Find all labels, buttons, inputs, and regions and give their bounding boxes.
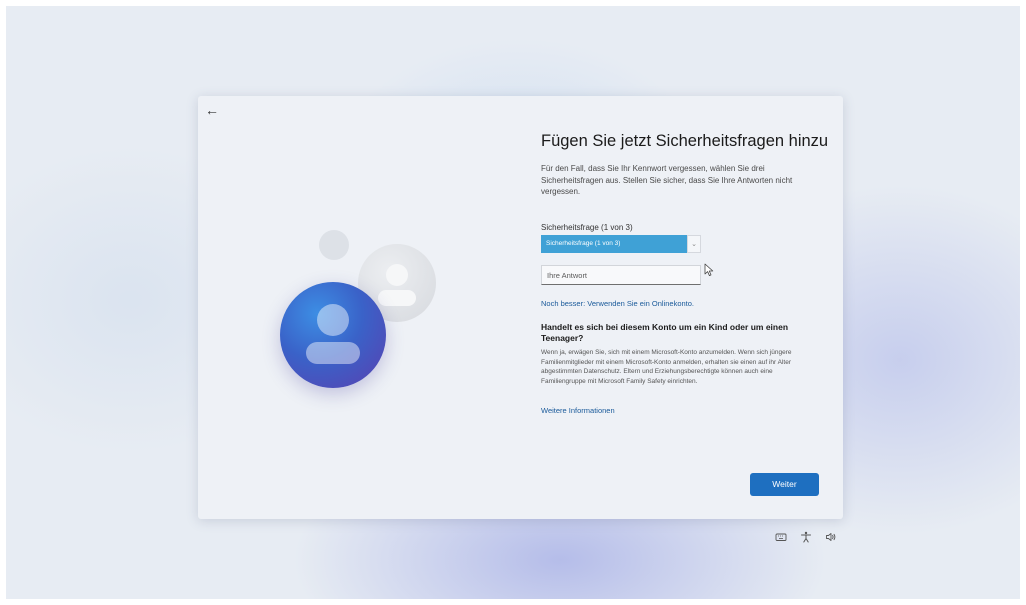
blue-person-icon	[280, 282, 386, 388]
security-question-label: Sicherheitsfrage (1 von 3)	[541, 223, 633, 232]
online-account-link[interactable]: Noch besser: Verwenden Sie ein Onlinekon…	[541, 299, 694, 308]
answer-input[interactable]	[541, 265, 701, 285]
system-tray	[775, 531, 837, 545]
dropdown-selected-value: Sicherheitsfrage (1 von 3)	[541, 235, 687, 253]
page-title: Fügen Sie jetzt Sicherheitsfragen hinzu	[541, 132, 829, 150]
child-account-text: Wenn ja, erwägen Sie, sich mit einem Mic…	[541, 349, 792, 385]
volume-icon[interactable]	[825, 531, 837, 543]
decorative-bubble	[319, 230, 349, 260]
page-description: Für den Fall, dass Sie Ihr Kennwort verg…	[541, 164, 793, 196]
mouse-cursor-icon	[704, 263, 714, 276]
security-question-dropdown[interactable]: Sicherheitsfrage (1 von 3) ⌄	[541, 235, 701, 253]
more-info-link[interactable]: Weitere Informationen	[541, 406, 615, 415]
form-panel: Fügen Sie jetzt Sicherheitsfragen hinzu …	[541, 132, 831, 415]
child-account-heading: Handelt es sich bei diesem Konto um ein …	[541, 322, 789, 343]
chevron-down-icon: ⌄	[687, 235, 701, 253]
setup-window: ← Fügen Sie jetzt Sicherheitsfragen hinz…	[198, 96, 843, 519]
next-button[interactable]: Weiter	[750, 473, 819, 496]
back-arrow-icon[interactable]: ←	[202, 100, 222, 120]
keyboard-icon[interactable]	[775, 531, 787, 543]
gray-person-icon	[358, 244, 436, 322]
accessibility-icon[interactable]	[800, 531, 812, 543]
